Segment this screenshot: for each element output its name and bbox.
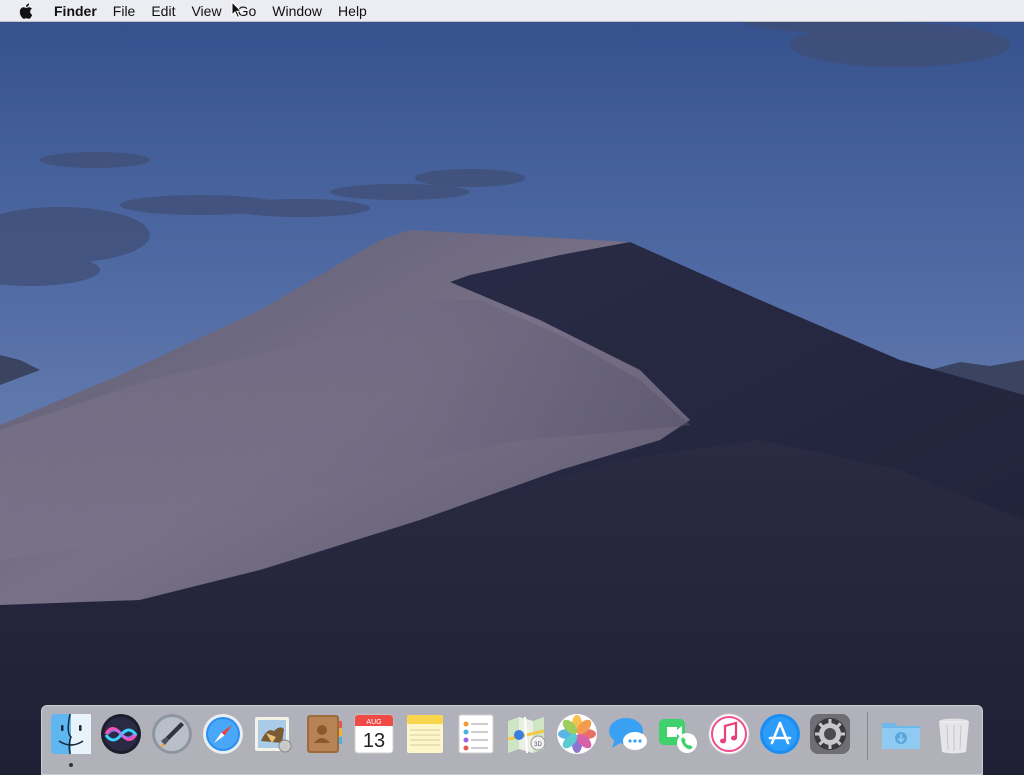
menu-edit[interactable]: Edit [143, 0, 183, 22]
menu-window[interactable]: Window [264, 0, 330, 22]
desktop-wallpaper [0, 0, 1024, 768]
siri-icon[interactable] [100, 713, 142, 755]
menu-file[interactable]: File [105, 0, 144, 22]
finder-icon[interactable] [50, 713, 92, 755]
calendar-day: 13 [363, 730, 385, 752]
notes-icon[interactable] [404, 713, 446, 755]
facetime-icon[interactable] [657, 713, 699, 755]
launchpad-icon[interactable] [151, 713, 193, 755]
app-store-icon[interactable] [759, 713, 801, 755]
finder-running-indicator [69, 763, 73, 767]
dock: AUG 13 3D [41, 705, 983, 775]
contacts-icon[interactable] [303, 713, 345, 755]
dock-separator [867, 712, 868, 760]
downloads-folder-icon[interactable] [880, 713, 922, 755]
reminders-icon[interactable] [455, 713, 497, 755]
system-preferences-icon[interactable] [809, 713, 851, 755]
menu-bar: Finder File Edit View Go Window Help [0, 0, 1024, 22]
calendar-month: AUG [366, 719, 381, 726]
mail-icon[interactable] [252, 713, 294, 755]
messages-icon[interactable] [607, 713, 649, 755]
photos-icon[interactable] [556, 713, 598, 755]
safari-icon[interactable] [202, 713, 244, 755]
menu-help[interactable]: Help [330, 0, 375, 22]
menu-view[interactable]: View [183, 0, 229, 22]
trash-icon[interactable] [933, 713, 975, 755]
menu-app-name[interactable]: Finder [54, 0, 105, 22]
mouse-pointer-icon [231, 0, 243, 19]
apple-icon[interactable] [19, 0, 37, 22]
svg-text:3D: 3D [534, 742, 542, 748]
calendar-icon[interactable]: AUG 13 [353, 713, 395, 755]
maps-icon[interactable]: 3D [505, 713, 547, 755]
itunes-icon[interactable] [708, 713, 750, 755]
